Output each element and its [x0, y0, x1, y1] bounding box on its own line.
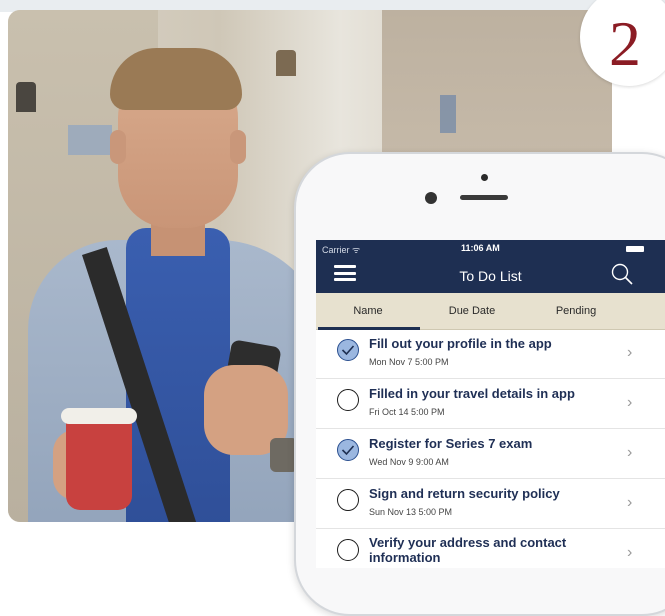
checkmark-icon: [341, 345, 355, 356]
photo-coffee-cup: [66, 410, 132, 510]
phone-screen: Carrier ᯤ 11:06 AM To Do List Name Due D…: [316, 240, 665, 568]
phone-sensor-dot: [481, 174, 488, 181]
photo-ear: [110, 130, 126, 164]
phone-speaker: [460, 195, 508, 200]
search-icon[interactable]: [610, 262, 634, 286]
tab-pending[interactable]: Pending: [524, 293, 628, 329]
chevron-right-icon: ›: [627, 394, 633, 411]
tab-due-date[interactable]: Due Date: [420, 293, 524, 329]
task-due-date: Mon Nov 7 5:00 PM: [369, 357, 449, 367]
chevron-right-icon: ›: [627, 444, 633, 461]
task-checkbox-unchecked[interactable]: [337, 389, 359, 411]
task-row[interactable]: Sign and return security policy Sun Nov …: [316, 479, 665, 529]
task-row[interactable]: Verify your address and contact informat…: [316, 529, 665, 568]
photo-ear: [230, 130, 246, 164]
app-navbar: Carrier ᯤ 11:06 AM To Do List: [316, 240, 665, 293]
task-row[interactable]: Filled in your travel details in app Fri…: [316, 379, 665, 429]
chevron-right-icon: ›: [627, 344, 633, 361]
task-due-date: Wed Nov 9 9:00 AM: [369, 457, 449, 467]
checkmark-icon: [341, 445, 355, 456]
task-title: Register for Series 7 exam: [369, 436, 533, 451]
photo-cup-lid: [61, 408, 137, 424]
tab-name[interactable]: Name: [316, 293, 420, 329]
task-checkbox-checked[interactable]: [337, 439, 359, 461]
battery-icon: [626, 246, 644, 252]
task-title: Filled in your travel details in app: [369, 386, 575, 401]
task-row[interactable]: Fill out your profile in the app Mon Nov…: [316, 329, 665, 379]
status-carrier: Carrier ᯤ: [322, 245, 361, 255]
chevron-right-icon: ›: [627, 544, 633, 561]
task-checkbox-checked[interactable]: [337, 339, 359, 361]
task-title: Fill out your profile in the app: [369, 336, 552, 351]
task-title: Verify your address and contact informat…: [369, 535, 567, 565]
task-title: Sign and return security policy: [369, 486, 560, 501]
task-row[interactable]: Register for Series 7 exam Wed Nov 9 9:0…: [316, 429, 665, 479]
step-number: 2: [609, 8, 641, 79]
task-checkbox-unchecked[interactable]: [337, 539, 359, 561]
task-due-date: Sun Nov 13 5:00 PM: [369, 507, 453, 517]
chevron-right-icon: ›: [627, 494, 633, 511]
status-time: 11:06 AM: [461, 243, 500, 253]
photo-hair: [110, 48, 242, 110]
task-due-date: Fri Oct 14 5:00 PM: [369, 407, 445, 417]
front-camera-lens: [425, 192, 437, 204]
task-checkbox-unchecked[interactable]: [337, 489, 359, 511]
sort-tabs: Name Due Date Pending: [316, 293, 665, 330]
